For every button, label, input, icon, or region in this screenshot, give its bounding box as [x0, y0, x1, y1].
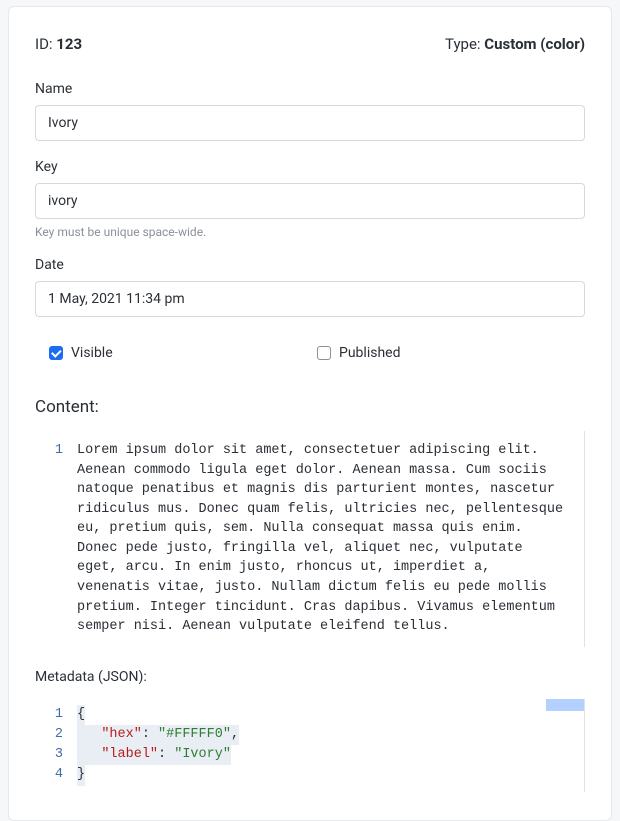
metadata-line-number: 3: [53, 745, 63, 765]
id-label: ID:: [35, 35, 56, 53]
metadata-line-number: 2: [53, 725, 63, 745]
published-checkbox-item[interactable]: Published: [317, 345, 585, 361]
type-label: Type:: [445, 35, 484, 53]
name-input[interactable]: [35, 105, 585, 141]
name-label: Name: [35, 81, 585, 97]
key-field: Key Key must be unique space-wide.: [35, 159, 585, 239]
key-input[interactable]: [35, 183, 585, 219]
metadata-line-number: 1: [53, 705, 63, 725]
metadata-line-number: 4: [53, 765, 63, 785]
id-block: ID: 123: [35, 35, 82, 53]
entry-card: ID: 123 Type: Custom (color) Name Key Ke…: [8, 6, 612, 821]
visible-checkbox-item[interactable]: Visible: [49, 345, 317, 361]
json-key-label: "label": [101, 747, 158, 762]
key-helper: Key must be unique space-wide.: [35, 225, 585, 239]
visible-label: Visible: [71, 345, 113, 361]
selection-highlight: [546, 699, 584, 711]
metadata-gutter: 1 2 3 4: [35, 705, 63, 786]
metadata-editor[interactable]: 1 2 3 4 { "hex": "#FFFFF0", "label": "Iv…: [35, 699, 585, 792]
json-open-brace: {: [77, 707, 85, 722]
type-block: Type: Custom (color): [445, 35, 585, 53]
date-label: Date: [35, 257, 585, 273]
published-checkbox[interactable]: [317, 346, 331, 360]
checkbox-row: Visible Published: [49, 345, 585, 361]
content-editor[interactable]: 1 Lorem ipsum dolor sit amet, consectetu…: [35, 431, 585, 647]
name-field: Name: [35, 81, 585, 141]
header-row: ID: 123 Type: Custom (color): [35, 35, 585, 53]
json-close-brace: }: [77, 767, 85, 782]
published-label: Published: [339, 345, 400, 361]
date-field: Date: [35, 257, 585, 317]
json-val-hex: "#FFFFF0": [158, 727, 231, 742]
visible-checkbox[interactable]: [49, 346, 63, 360]
json-key-hex: "hex": [101, 727, 142, 742]
metadata-body[interactable]: { "hex": "#FFFFF0", "label": "Ivory" }: [77, 705, 576, 786]
json-val-label: "Ivory": [174, 747, 231, 762]
date-input[interactable]: [35, 281, 585, 317]
content-body[interactable]: Lorem ipsum dolor sit amet, consectetuer…: [77, 441, 576, 637]
key-label: Key: [35, 159, 585, 175]
content-gutter: 1: [35, 441, 63, 637]
type-value: Custom (color): [484, 35, 585, 53]
content-title: Content:: [35, 397, 585, 417]
metadata-title: Metadata (JSON):: [35, 669, 585, 685]
content-line-number: 1: [53, 441, 63, 461]
id-value: 123: [56, 35, 82, 53]
